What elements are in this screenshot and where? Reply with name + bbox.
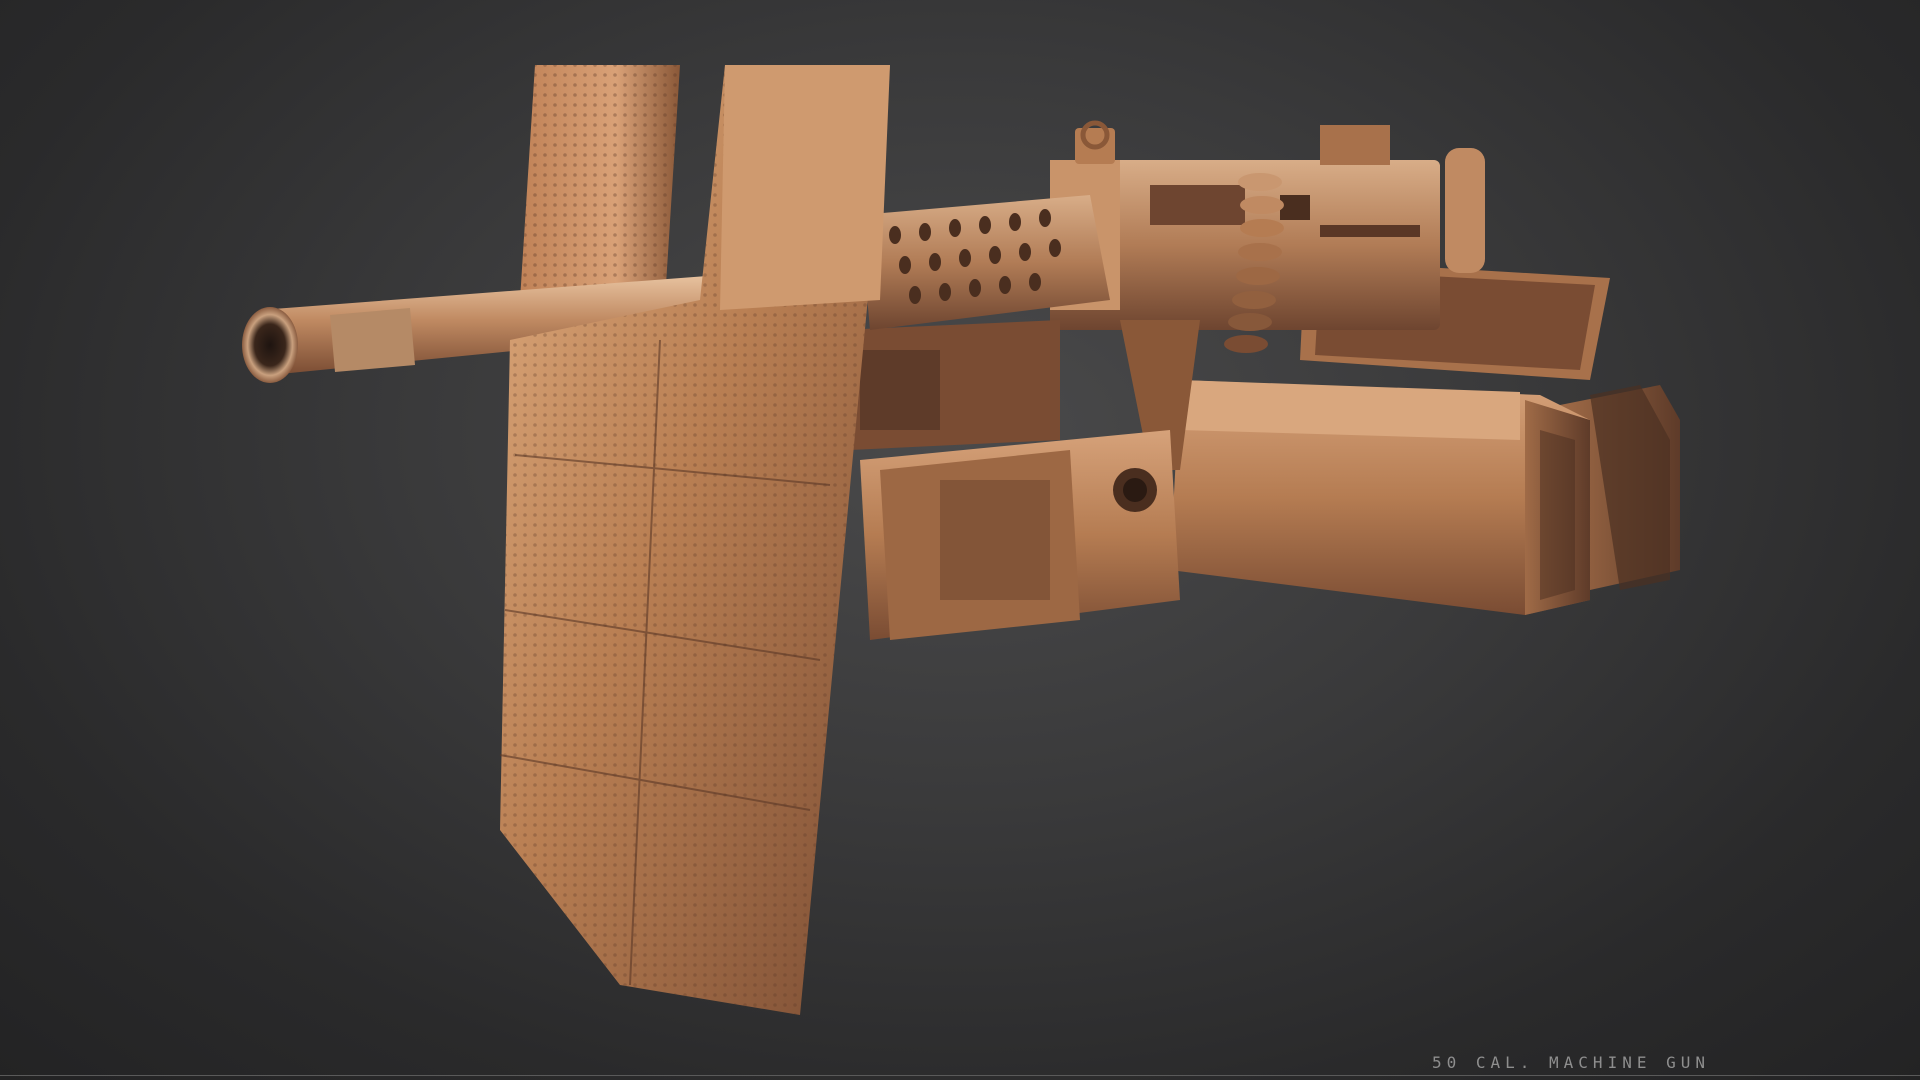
viewport-background: 50 CAL. MACHINE GUN	[0, 0, 1920, 1080]
mount	[840, 320, 1200, 640]
caption-divider	[0, 1075, 1920, 1076]
render-caption: 50 CAL. MACHINE GUN	[1431, 1053, 1710, 1072]
machine-gun-render	[242, 65, 1680, 1015]
shield-plate-rear	[520, 65, 680, 300]
muzzle	[242, 307, 298, 383]
